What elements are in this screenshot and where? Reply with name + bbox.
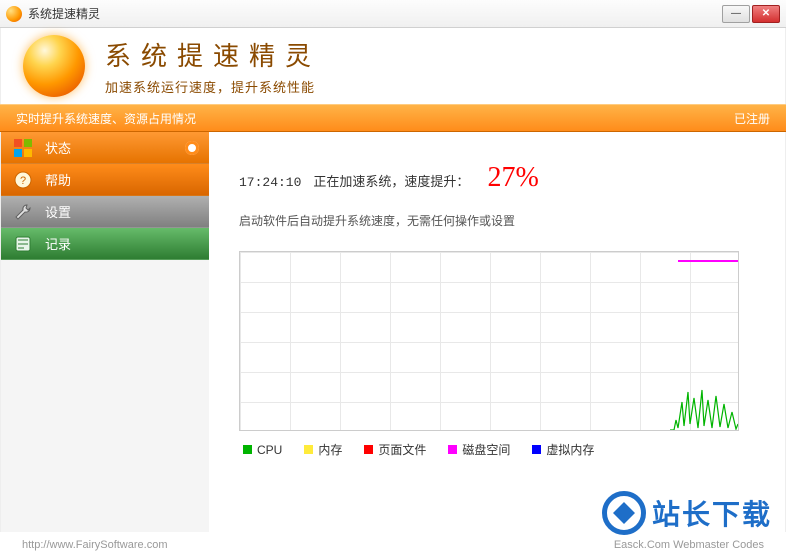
header-titles: 系统提速精灵 加速系统运行速度，提升系统性能	[105, 36, 321, 96]
header: 系统提速精灵 加速系统运行速度，提升系统性能	[0, 28, 786, 104]
nav-status[interactable]: 状态	[1, 132, 209, 164]
status-time: 17:24:10	[239, 175, 301, 190]
svg-text:?: ?	[20, 175, 26, 187]
titlebar: 系统提速精灵 — ✕	[0, 0, 786, 28]
windows-icon	[13, 138, 33, 158]
legend-label: 页面文件	[378, 441, 426, 458]
legend-vmem: 虚拟内存	[532, 441, 594, 458]
logo-icon	[23, 35, 85, 97]
app-subtitle: 加速系统运行速度，提升系统性能	[105, 77, 321, 96]
main-panel: 17:24:10 正在加速系统，速度提升： 27% 启动软件后自动提升系统速度，…	[209, 132, 785, 532]
disk-line	[678, 260, 738, 262]
hint-text: 启动软件后自动提升系统速度，无需任何操作或设置	[239, 212, 765, 229]
content: 状态 ? 帮助 设置 记录 17:24:10 正在加速系统，速度提升： 27%	[0, 132, 786, 532]
footer: http://www.FairySoftware.com Easck.Com W…	[0, 539, 786, 551]
nav-settings[interactable]: 设置	[1, 196, 209, 228]
watermark: 站长下载	[602, 491, 772, 535]
app-icon	[6, 6, 22, 22]
cpu-spikes	[670, 372, 738, 430]
legend-disk: 磁盘空间	[448, 441, 510, 458]
status-line: 17:24:10 正在加速系统，速度提升： 27%	[239, 162, 765, 194]
legend-label: 虚拟内存	[546, 441, 594, 458]
swatch-icon	[243, 445, 252, 454]
legend-pagefile: 页面文件	[364, 441, 426, 458]
window-controls: — ✕	[722, 5, 780, 23]
status-percent: 27%	[487, 162, 538, 194]
minimize-button[interactable]: —	[722, 5, 750, 23]
status-right: 已注册	[734, 110, 770, 127]
legend-mem: 内存	[304, 441, 342, 458]
app-title: 系统提速精灵	[105, 36, 321, 73]
watermark-icon	[602, 491, 646, 535]
chart-grid	[239, 251, 739, 431]
status-message: 正在加速系统，速度提升：	[313, 171, 469, 190]
close-button[interactable]: ✕	[752, 5, 780, 23]
sidebar-fill	[1, 260, 209, 532]
status-left: 实时提升系统速度、资源占用情况	[16, 110, 196, 127]
nav-label: 状态	[45, 138, 71, 157]
chart: CPU 内存 页面文件 磁盘空间 虚拟内存	[239, 251, 765, 458]
legend-cpu: CPU	[243, 441, 282, 458]
legend-label: 内存	[318, 441, 342, 458]
log-icon	[13, 234, 33, 254]
swatch-icon	[304, 445, 313, 454]
footer-credit: Easck.Com Webmaster Codes	[614, 539, 764, 551]
wrench-icon	[13, 202, 33, 222]
footer-url[interactable]: http://www.FairySoftware.com	[22, 539, 168, 551]
nav-label: 记录	[45, 234, 71, 253]
swatch-icon	[364, 445, 373, 454]
nav-label: 帮助	[45, 170, 71, 189]
status-bar: 实时提升系统速度、资源占用情况 已注册	[0, 104, 786, 132]
legend-label: 磁盘空间	[462, 441, 510, 458]
swatch-icon	[532, 445, 541, 454]
window-title: 系统提速精灵	[28, 5, 722, 22]
swatch-icon	[448, 445, 457, 454]
nav-log[interactable]: 记录	[1, 228, 209, 260]
legend-label: CPU	[257, 443, 282, 457]
legend: CPU 内存 页面文件 磁盘空间 虚拟内存	[239, 441, 765, 458]
help-icon: ?	[13, 170, 33, 190]
watermark-text: 站长下载	[652, 493, 772, 533]
nav-label: 设置	[45, 202, 71, 221]
sidebar: 状态 ? 帮助 设置 记录	[1, 132, 209, 532]
nav-help[interactable]: ? 帮助	[1, 164, 209, 196]
